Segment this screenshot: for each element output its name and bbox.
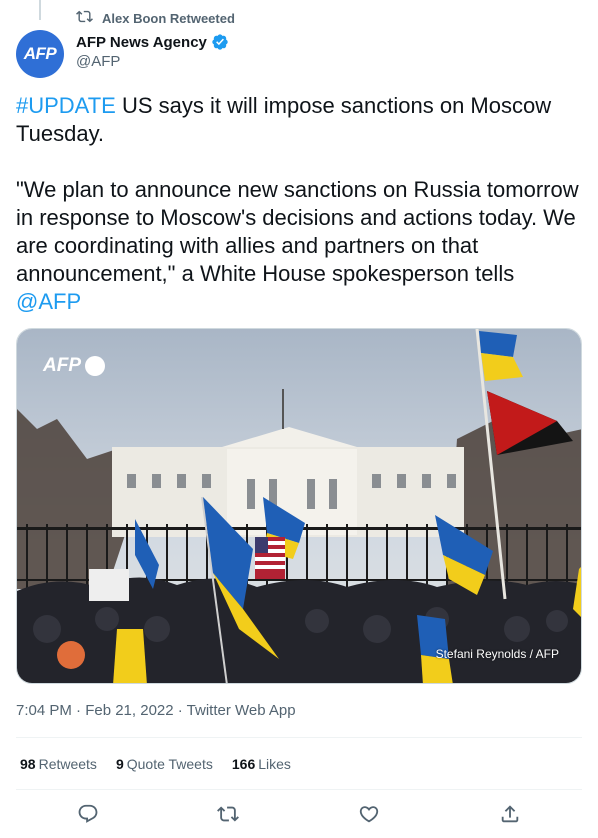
- likes-stat[interactable]: 166 Likes: [232, 756, 291, 772]
- author-handle[interactable]: @AFP: [76, 53, 229, 70]
- mention-link[interactable]: @AFP: [16, 289, 81, 314]
- photo-credit: Stefani Reynolds / AFP: [435, 647, 559, 661]
- tweet-text: #UPDATE US says it will impose sanctions…: [16, 92, 582, 316]
- divider: [16, 737, 582, 738]
- thread-connector-line: [39, 0, 41, 20]
- logo-dot-icon: [85, 356, 105, 376]
- verified-badge-icon: [211, 33, 229, 51]
- retweet-icon: [217, 806, 239, 822]
- like-icon: [359, 806, 379, 823]
- retweets-label: Retweets: [38, 756, 97, 772]
- quotes-label: Quote Tweets: [126, 756, 213, 772]
- avatar[interactable]: AFP: [16, 30, 64, 78]
- avatar-text: AFP: [23, 44, 57, 63]
- photo-scene: [17, 329, 581, 683]
- divider: [16, 789, 582, 790]
- retweet-button[interactable]: [217, 803, 241, 827]
- retweet-icon: [76, 8, 93, 28]
- retweet-label: Alex Boon Retweeted: [102, 10, 235, 26]
- quote-tweets-stat[interactable]: 9 Quote Tweets: [116, 756, 213, 772]
- share-button[interactable]: [499, 803, 523, 827]
- author-info: AFP News Agency @AFP: [76, 32, 229, 70]
- tweet-body: US says it will impose sanctions on Mosc…: [16, 93, 579, 286]
- likes-count: 166: [231, 756, 256, 772]
- action-bar: [0, 800, 598, 830]
- share-icon: [501, 805, 519, 823]
- reply-button[interactable]: [77, 803, 101, 827]
- like-button[interactable]: [358, 803, 382, 827]
- tweet-timestamp[interactable]: 7:04 PM · Feb 21, 2022 · Twitter Web App: [16, 702, 296, 719]
- likes-label: Likes: [258, 756, 291, 772]
- reply-icon: [78, 804, 98, 823]
- retweets-stat[interactable]: 98 Retweets: [20, 756, 97, 772]
- photo-afp-logo: AFP: [43, 355, 105, 377]
- hashtag-link[interactable]: #UPDATE: [16, 93, 116, 118]
- quotes-count: 9: [115, 756, 124, 772]
- photo-logo-text: AFP: [43, 355, 81, 376]
- tweet-stats: 98 Retweets 9 Quote Tweets 166 Likes: [20, 756, 291, 772]
- author-name[interactable]: AFP News Agency: [76, 34, 207, 51]
- tweet-photo[interactable]: AFP Stefani Reynolds / AFP: [16, 328, 582, 684]
- retweet-context[interactable]: Alex Boon Retweeted: [76, 9, 235, 27]
- retweets-count: 98: [20, 756, 36, 772]
